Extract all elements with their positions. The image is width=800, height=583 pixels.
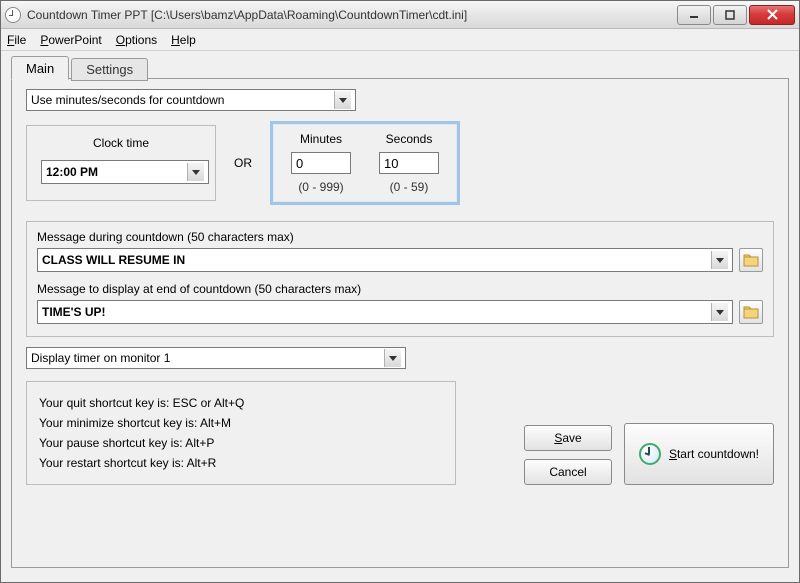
save-button[interactable]: Save	[524, 425, 612, 451]
msg-end-select[interactable]: TIME'S UP!	[37, 300, 733, 324]
mode-select-value: Use minutes/seconds for countdown	[31, 93, 224, 107]
msg-during-label: Message during countdown (50 characters …	[37, 230, 763, 244]
app-window: Countdown Timer PPT [C:\Users\bamz\AppDa…	[0, 0, 800, 583]
shortcut-restart: Your restart shortcut key is: Alt+R	[39, 456, 443, 470]
start-countdown-button[interactable]: Start countdown!	[624, 423, 774, 485]
window-title: Countdown Timer PPT [C:\Users\bamz\AppDa…	[27, 8, 675, 22]
shortcuts-panel: Your quit shortcut key is: ESC or Alt+Q …	[26, 381, 456, 485]
menubar: File PowerPoint Options Help	[1, 29, 799, 51]
titlebar[interactable]: Countdown Timer PPT [C:\Users\bamz\AppDa…	[1, 1, 799, 29]
menu-file-text: ile	[14, 33, 26, 47]
app-clock-icon	[5, 7, 21, 23]
tab-main[interactable]: Main	[11, 56, 69, 80]
mode-select[interactable]: Use minutes/seconds for countdown	[26, 89, 356, 111]
seconds-label: Seconds	[379, 132, 439, 146]
msg-during-select[interactable]: CLASS WILL RESUME IN	[37, 248, 733, 272]
clock-time-value: 12:00 PM	[46, 165, 98, 179]
chevron-down-icon	[711, 303, 728, 321]
clock-time-label: Clock time	[41, 136, 201, 150]
msg-end-browse-button[interactable]	[739, 300, 763, 324]
close-button[interactable]	[749, 5, 795, 25]
tab-strip: Main Settings	[11, 55, 789, 79]
tab-panel-main: Use minutes/seconds for countdown Clock …	[11, 78, 789, 568]
shortcut-quit: Your quit shortcut key is: ESC or Alt+Q	[39, 396, 443, 410]
seconds-range: (0 - 59)	[379, 180, 439, 194]
minimize-button[interactable]	[677, 5, 711, 25]
tab-settings[interactable]: Settings	[71, 58, 148, 81]
msg-end-label: Message to display at end of countdown (…	[37, 282, 763, 296]
save-cancel-column: Save Cancel	[524, 381, 612, 485]
start-countdown-label: Start countdown!	[669, 447, 759, 461]
chevron-down-icon	[711, 251, 728, 269]
minutes-label: Minutes	[291, 132, 351, 146]
shortcut-pause: Your pause shortcut key is: Alt+P	[39, 436, 443, 450]
or-label: OR	[234, 156, 252, 170]
client-area: Main Settings Use minutes/seconds for co…	[1, 51, 799, 582]
menu-options[interactable]: Options	[116, 33, 157, 47]
menu-file[interactable]: File	[7, 33, 26, 47]
clock-time-select[interactable]: 12:00 PM	[41, 160, 209, 184]
minutes-seconds-group: Minutes (0 - 999) Seconds (0 - 59)	[270, 121, 460, 205]
shortcut-minimize: Your minimize shortcut key is: Alt+M	[39, 416, 443, 430]
chevron-down-icon	[187, 163, 204, 181]
menu-powerpoint[interactable]: PowerPoint	[40, 33, 101, 47]
chevron-down-icon	[334, 91, 351, 109]
maximize-button[interactable]	[713, 5, 747, 25]
chevron-down-icon	[384, 349, 401, 367]
clock-time-group: Clock time 12:00 PM	[26, 125, 216, 201]
msg-during-browse-button[interactable]	[739, 248, 763, 272]
seconds-input[interactable]	[379, 152, 439, 174]
cancel-button[interactable]: Cancel	[524, 459, 612, 485]
msg-end-value: TIME'S UP!	[42, 305, 106, 319]
message-group: Message during countdown (50 characters …	[26, 221, 774, 337]
clock-icon	[639, 443, 661, 465]
menu-help[interactable]: Help	[171, 33, 196, 47]
monitor-select[interactable]: Display timer on monitor 1	[26, 347, 406, 369]
minutes-range: (0 - 999)	[291, 180, 351, 194]
minutes-input[interactable]	[291, 152, 351, 174]
save-button-rest: ave	[562, 431, 581, 445]
msg-during-value: CLASS WILL RESUME IN	[42, 253, 185, 267]
monitor-select-value: Display timer on monitor 1	[31, 351, 170, 365]
